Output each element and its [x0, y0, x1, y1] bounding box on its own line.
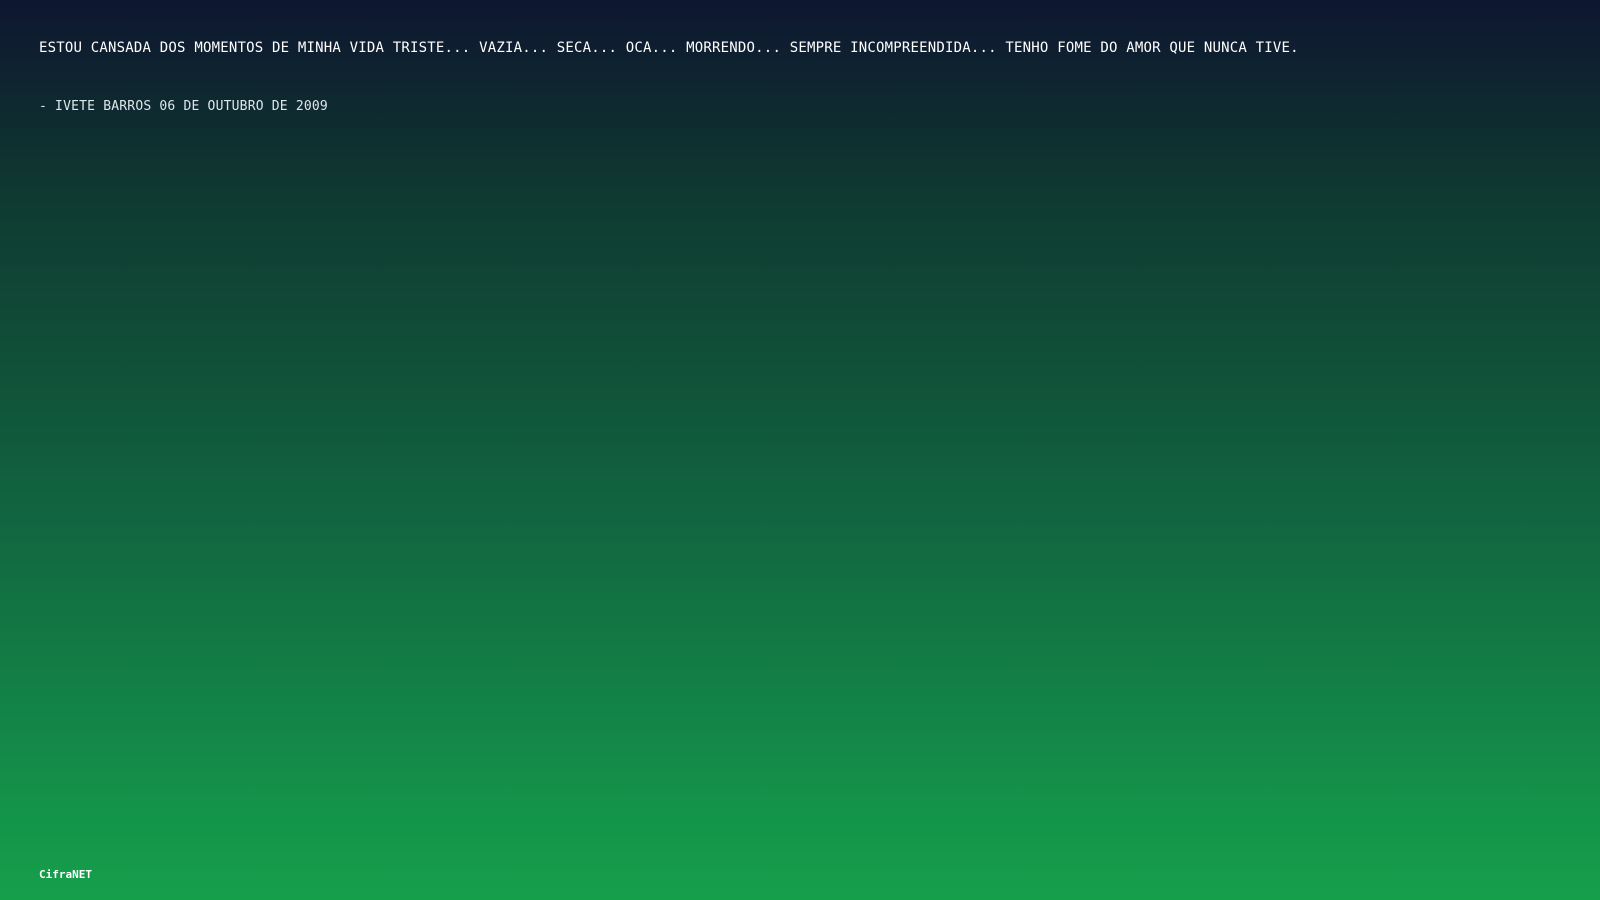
brand-logo-text: CifraNET: [39, 868, 92, 881]
quote-attribution: - IVETE BARROS 06 DE OUTUBRO DE 2009: [39, 99, 328, 114]
quote-text: ESTOU CANSADA DOS MOMENTOS DE MINHA VIDA…: [39, 40, 1299, 56]
